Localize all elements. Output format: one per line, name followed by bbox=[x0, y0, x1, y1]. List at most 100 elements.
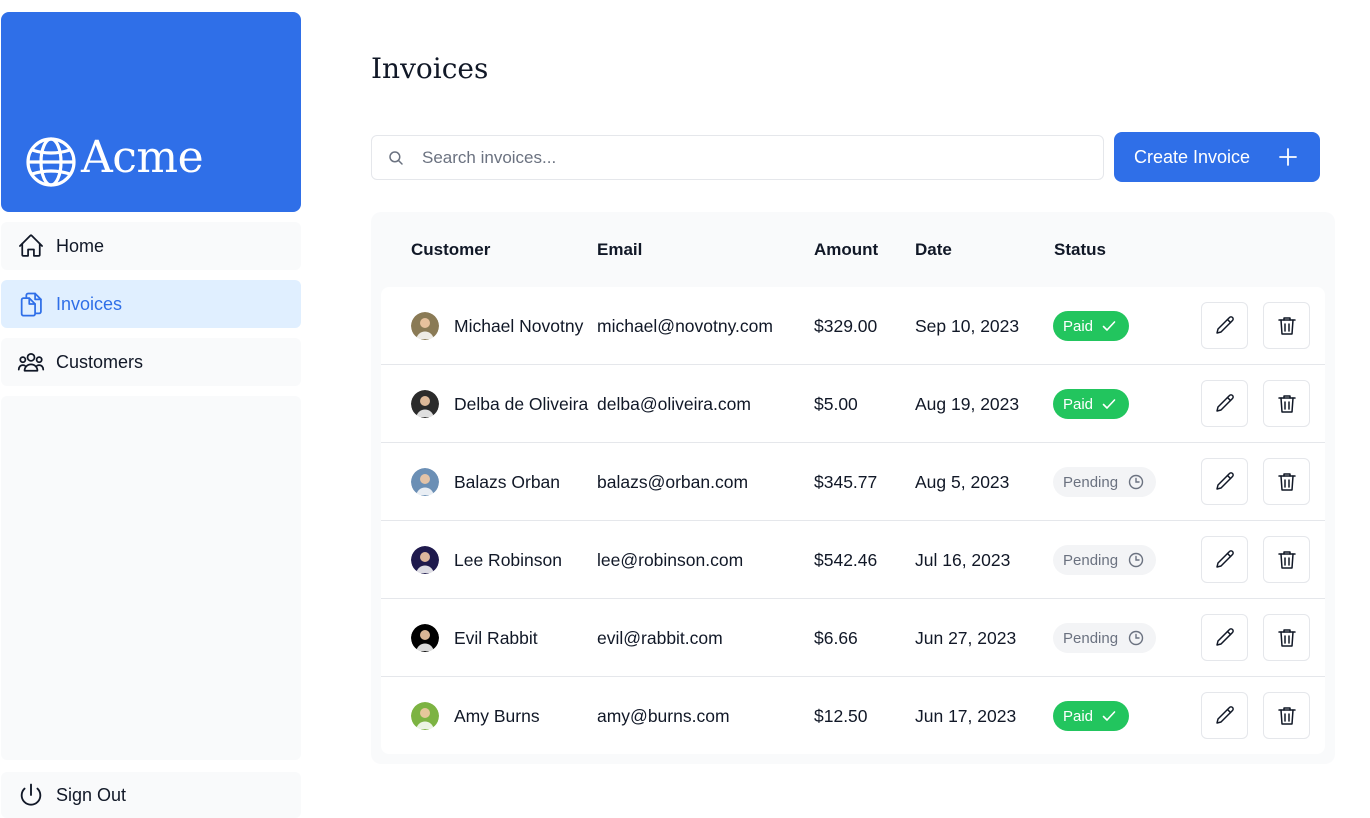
avatar bbox=[411, 546, 439, 574]
sidebar-item-label: Invoices bbox=[56, 293, 123, 314]
avatar bbox=[411, 624, 439, 652]
clock-icon bbox=[1128, 552, 1144, 568]
trash-icon bbox=[1277, 706, 1296, 725]
table-row: Amy Burns amy@burns.com $12.50 Jun 17, 2023… bbox=[381, 677, 1325, 755]
pencil-icon bbox=[1215, 315, 1234, 334]
customer-email: michael@novotny.com bbox=[597, 315, 773, 336]
trash-icon bbox=[1277, 316, 1296, 335]
status-label: Pending bbox=[1063, 629, 1119, 647]
avatar bbox=[411, 390, 439, 418]
trash-icon bbox=[1277, 550, 1296, 569]
avatar bbox=[411, 312, 439, 340]
delete-invoice-button[interactable] bbox=[1263, 458, 1310, 505]
customer-email: evil@rabbit.com bbox=[597, 627, 723, 648]
sidebar-item-customers[interactable]: Customers bbox=[1, 338, 301, 386]
pencil-icon bbox=[1215, 549, 1234, 568]
invoice-amount: $345.77 bbox=[814, 471, 878, 492]
clock-icon bbox=[1128, 474, 1144, 490]
table-row: Delba de Oliveira delba@oliveira.com $5.00… bbox=[381, 365, 1325, 443]
status-label: Pending bbox=[1063, 473, 1119, 491]
check-icon bbox=[1102, 399, 1116, 409]
customer-email: delba@oliveira.com bbox=[597, 393, 751, 414]
sidebar-spacer bbox=[1, 396, 301, 760]
pencil-icon bbox=[1215, 393, 1234, 412]
customer-email: amy@burns.com bbox=[597, 705, 730, 726]
customer-avatar-image bbox=[411, 702, 439, 730]
delete-invoice-button[interactable] bbox=[1263, 302, 1310, 349]
invoice-amount: $6.66 bbox=[814, 627, 858, 648]
clock-icon bbox=[1128, 630, 1144, 646]
invoice-date: Aug 5, 2023 bbox=[915, 471, 1010, 492]
status-badge: Paid bbox=[1053, 701, 1129, 731]
create-invoice-label: Create Invoice bbox=[1134, 146, 1251, 167]
invoice-date: Sep 10, 2023 bbox=[915, 315, 1020, 336]
sign-out-label: Sign Out bbox=[56, 784, 127, 805]
user-group-icon bbox=[17, 352, 45, 372]
sidebar-item-invoices[interactable]: Invoices bbox=[1, 280, 301, 328]
column-header-date: Date bbox=[915, 240, 952, 259]
page-title: Invoices bbox=[371, 52, 489, 85]
home-icon bbox=[19, 234, 43, 257]
customer-avatar-image bbox=[411, 468, 439, 496]
document-duplicate-icon bbox=[20, 292, 42, 317]
customer-avatar-image bbox=[411, 624, 439, 652]
pencil-icon bbox=[1215, 705, 1234, 724]
table-row: Michael Novotny michael@novotny.com $329.0… bbox=[381, 287, 1325, 365]
column-header-email: Email bbox=[597, 240, 643, 259]
trash-icon bbox=[1277, 472, 1296, 491]
table-header: Customer Email Amount Date Status bbox=[371, 212, 1335, 287]
status-label: Pending bbox=[1063, 551, 1119, 569]
delete-invoice-button[interactable] bbox=[1263, 380, 1310, 427]
invoice-date: Aug 19, 2023 bbox=[915, 393, 1020, 414]
invoice-amount: $329.00 bbox=[814, 315, 878, 336]
invoice-amount: $12.50 bbox=[814, 705, 868, 726]
sign-out-button[interactable]: Sign Out bbox=[1, 772, 301, 818]
brand-name: Acme bbox=[81, 132, 204, 183]
trash-icon bbox=[1277, 628, 1296, 647]
customer-name: Balazs Orban bbox=[454, 471, 561, 492]
edit-invoice-button[interactable] bbox=[1201, 302, 1248, 349]
status-badge: Pending bbox=[1053, 545, 1156, 575]
delete-invoice-button[interactable] bbox=[1263, 614, 1310, 661]
edit-invoice-button[interactable] bbox=[1201, 692, 1248, 739]
invoice-amount: $542.46 bbox=[814, 549, 878, 570]
edit-invoice-button[interactable] bbox=[1201, 380, 1248, 427]
column-header-status: Status bbox=[1054, 240, 1106, 259]
search-input[interactable] bbox=[372, 136, 1103, 179]
status-label: Paid bbox=[1063, 707, 1094, 725]
search-bar bbox=[371, 135, 1104, 180]
create-invoice-button[interactable]: Create Invoice bbox=[1114, 132, 1320, 182]
edit-invoice-button[interactable] bbox=[1201, 614, 1248, 661]
delete-invoice-button[interactable] bbox=[1263, 692, 1310, 739]
brand-logo[interactable]: Acme bbox=[1, 12, 301, 212]
trash-icon bbox=[1277, 394, 1296, 413]
status-badge: Paid bbox=[1053, 389, 1129, 419]
edit-invoice-button[interactable] bbox=[1201, 458, 1248, 505]
status-label: Paid bbox=[1063, 317, 1094, 335]
check-icon bbox=[1102, 711, 1116, 721]
customer-name: Amy Burns bbox=[454, 705, 540, 726]
check-icon bbox=[1102, 321, 1116, 331]
status-badge: Pending bbox=[1053, 467, 1156, 497]
sidebar-item-label: Customers bbox=[56, 351, 144, 372]
avatar bbox=[411, 702, 439, 730]
sidebar-item-home[interactable]: Home bbox=[1, 222, 301, 270]
sidebar-item-label: Home bbox=[56, 235, 105, 256]
invoice-date: Jun 17, 2023 bbox=[915, 705, 1017, 726]
search-icon bbox=[389, 151, 403, 165]
column-header-customer: Customer bbox=[411, 240, 491, 259]
table-row: Evil Rabbit evil@rabbit.com $6.66 Jun 27, 2… bbox=[381, 599, 1325, 677]
invoices-table: Customer Email Amount Date Status Michae… bbox=[371, 212, 1335, 764]
table-body: Michael Novotny michael@novotny.com $329.0… bbox=[381, 287, 1325, 754]
delete-invoice-button[interactable] bbox=[1263, 536, 1310, 583]
edit-invoice-button[interactable] bbox=[1201, 536, 1248, 583]
power-icon bbox=[20, 783, 42, 806]
invoice-date: Jul 16, 2023 bbox=[915, 549, 1011, 570]
customer-name: Evil Rabbit bbox=[454, 627, 538, 648]
invoice-amount: $5.00 bbox=[814, 393, 858, 414]
customer-email: balazs@orban.com bbox=[597, 471, 749, 492]
column-header-amount: Amount bbox=[814, 240, 879, 259]
invoice-date: Jun 27, 2023 bbox=[915, 627, 1017, 648]
globe-icon bbox=[26, 137, 76, 187]
customer-name: Michael Novotny bbox=[454, 315, 584, 336]
